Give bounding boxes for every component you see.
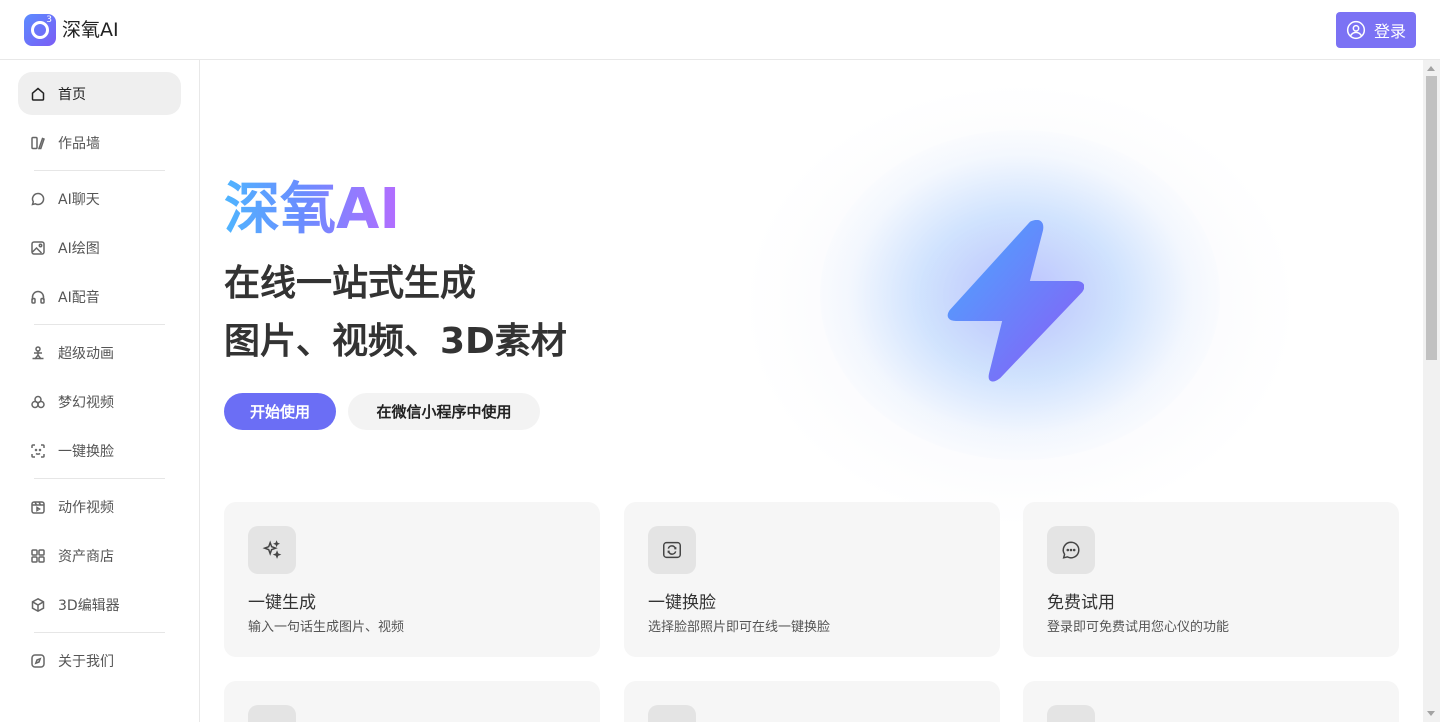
hero-headline-line-1: 在线一站式生成 [224, 263, 477, 304]
feature-card-row2-3[interactable] [1023, 681, 1399, 722]
card-description: 输入一句话生成图片、视频 [248, 620, 405, 635]
sidebar-item-label: AI绘图 [58, 240, 100, 257]
sidebar-item-label: 作品墙 [58, 135, 100, 152]
main-content: 深氧AI 在线一站式生成 图片、视频、3D素材 开始使用 在微信小程序中使用 一… [200, 60, 1423, 722]
lightning-bolt-icon [947, 220, 1084, 382]
feature-card-face-swap[interactable]: 一键换脸 选择脸部照片即可在线一键换脸 [624, 502, 1000, 657]
sidebar-item-label: AI聊天 [58, 191, 100, 208]
sidebar-item-ai-chat[interactable]: AI聊天 [18, 177, 181, 220]
sidebar-item-gallery[interactable]: 作品墙 [18, 121, 181, 164]
sidebar-item-label: 动作视频 [58, 499, 114, 516]
app-logo[interactable]: 3 [24, 14, 56, 46]
card-description: 选择脸部照片即可在线一键换脸 [648, 620, 831, 635]
gallery-icon [30, 135, 46, 151]
compass-icon [30, 653, 46, 669]
sidebar-divider [34, 478, 165, 479]
home-icon [30, 86, 46, 102]
card-title: 一键换脸 [648, 593, 716, 613]
sidebar-item-face-swap[interactable]: 一键换脸 [18, 429, 181, 472]
sidebar-item-motion-video[interactable]: 动作视频 [18, 485, 181, 528]
feature-card-free-trial[interactable]: 免费试用 登录即可免费试用您心仪的功能 [1023, 502, 1399, 657]
sparkles-icon [248, 526, 296, 574]
sidebar-item-3d-editor[interactable]: 3D编辑器 [18, 583, 181, 626]
sidebar-item-label: 资产商店 [58, 548, 114, 565]
sidebar-item-dream-video[interactable]: 梦幻视频 [18, 380, 181, 423]
animation-icon [30, 345, 46, 361]
sidebar-item-asset-store[interactable]: 资产商店 [18, 534, 181, 577]
sidebar: 首页 作品墙 AI聊天 AI绘图 AI配音 超级动画 梦幻视频 一键换脸 动作视… [0, 60, 200, 722]
feature-card-row2-1[interactable] [224, 681, 600, 722]
app-title[interactable]: 深氧AI [62, 19, 119, 41]
motion-video-icon [30, 499, 46, 515]
sidebar-item-ai-drawing[interactable]: AI绘图 [18, 226, 181, 269]
sidebar-item-home[interactable]: 首页 [18, 72, 181, 115]
card-icon [648, 705, 696, 722]
swap-icon [648, 526, 696, 574]
feature-card-generate[interactable]: 一键生成 输入一句话生成图片、视频 [224, 502, 600, 657]
start-using-button[interactable]: 开始使用 [224, 393, 336, 430]
sidebar-item-label: 超级动画 [58, 345, 114, 362]
dream-video-icon [30, 394, 46, 410]
card-icon [248, 705, 296, 722]
card-title: 一键生成 [248, 593, 316, 613]
sidebar-item-label: 梦幻视频 [58, 394, 114, 411]
wechat-miniprogram-button[interactable]: 在微信小程序中使用 [348, 393, 540, 430]
user-circle-icon [1346, 20, 1366, 40]
sidebar-item-ai-voice[interactable]: AI配音 [18, 275, 181, 318]
hero-headline-line-2: 图片、视频、3D素材 [224, 321, 567, 362]
login-label: 登录 [1373, 22, 1406, 41]
sidebar-item-label: 3D编辑器 [58, 597, 120, 614]
card-icon [1047, 705, 1095, 722]
sidebar-divider [34, 170, 165, 171]
chat-icon [30, 191, 46, 207]
scroll-down-arrow-icon[interactable] [1427, 711, 1435, 716]
sidebar-divider [34, 324, 165, 325]
cube-icon [30, 597, 46, 613]
image-icon [30, 240, 46, 256]
main-scrollbar[interactable] [1423, 60, 1440, 722]
sidebar-item-super-animation[interactable]: 超级动画 [18, 331, 181, 374]
feature-card-row2-2[interactable] [624, 681, 1000, 722]
store-icon [30, 548, 46, 564]
login-button[interactable]: 登录 [1336, 12, 1416, 48]
logo-superscript: 3 [46, 15, 52, 25]
hero-brand-title: 深氧AI [224, 177, 401, 242]
message-dots-icon [1047, 526, 1095, 574]
sidebar-item-about-us[interactable]: 关于我们 [18, 639, 181, 682]
face-swap-icon [30, 443, 46, 459]
sidebar-item-label: 首页 [58, 86, 86, 103]
scroll-up-arrow-icon[interactable] [1427, 66, 1435, 71]
sidebar-item-label: 关于我们 [58, 653, 114, 670]
sidebar-divider [34, 632, 165, 633]
top-header: 3 深氧AI 登录 [0, 0, 1440, 60]
card-description: 登录即可免费试用您心仪的功能 [1047, 620, 1230, 635]
sidebar-item-label: AI配音 [58, 289, 100, 306]
card-title: 免费试用 [1047, 593, 1115, 613]
scroll-thumb[interactable] [1426, 76, 1437, 360]
sidebar-item-label: 一键换脸 [58, 443, 114, 460]
headphones-icon [30, 289, 46, 305]
